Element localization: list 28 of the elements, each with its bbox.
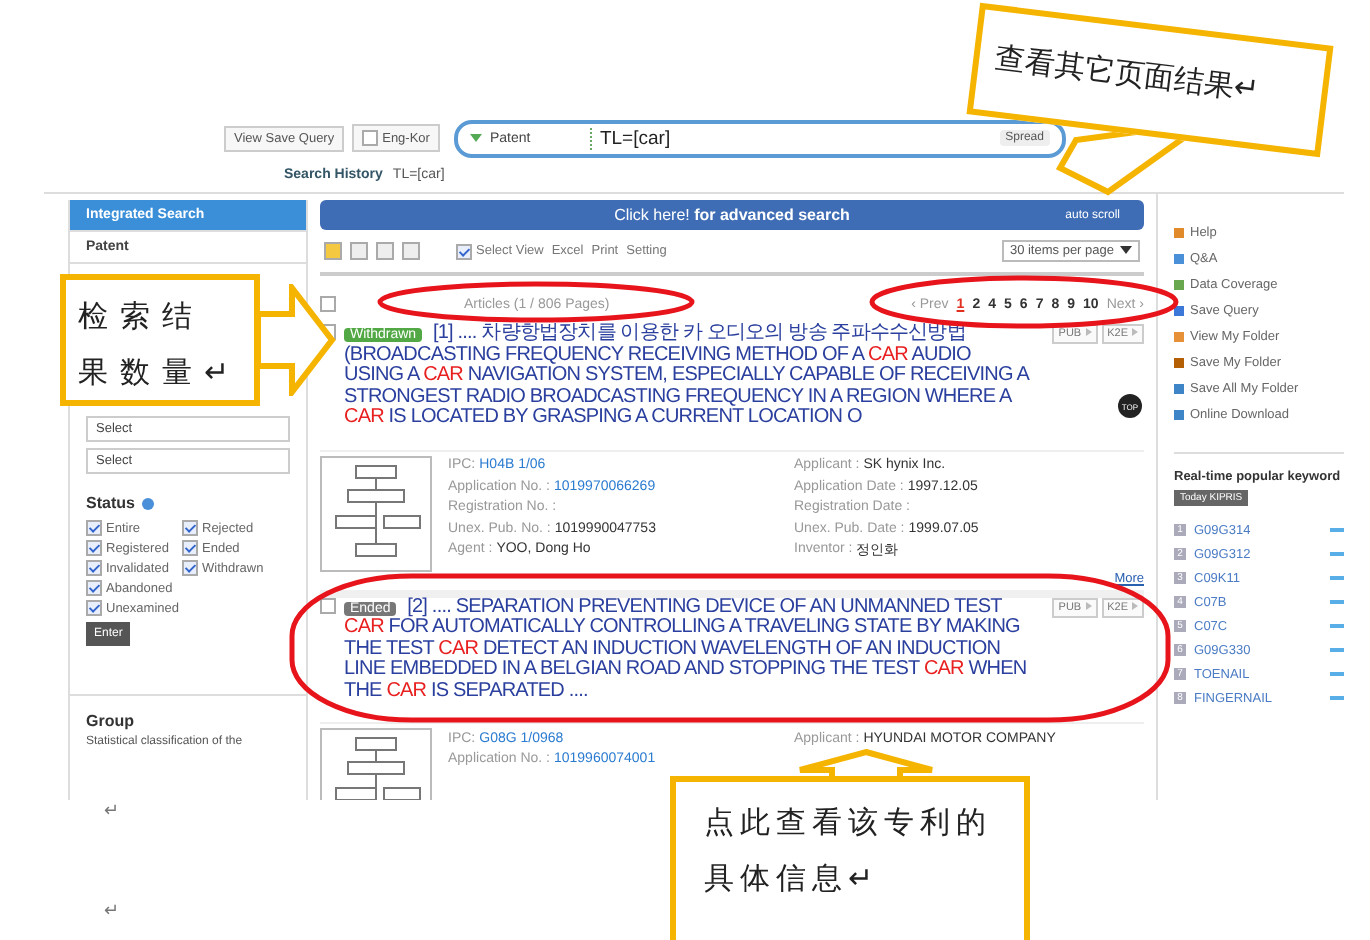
group-title: Group — [86, 712, 136, 730]
link-icon — [1174, 358, 1184, 368]
banner-text: Click here! for advanced search — [614, 206, 850, 224]
caret-icon — [1120, 246, 1132, 254]
callout-note: 点此查看该专利的具体信息↵ — [670, 776, 1030, 940]
list-view-icon[interactable] — [324, 242, 342, 260]
info-icon[interactable] — [142, 497, 155, 509]
play-icon — [1132, 601, 1138, 609]
link-icon — [1174, 280, 1184, 290]
play-icon — [1132, 328, 1138, 336]
paragraph-mark: ↵ — [104, 800, 120, 820]
link-icon — [1174, 384, 1184, 394]
query-text: TL=[car] — [589, 127, 980, 149]
detail-view-icon[interactable] — [350, 242, 368, 260]
link-icon — [1174, 228, 1184, 238]
link-icon — [1174, 332, 1184, 342]
caret-icon — [469, 133, 482, 141]
link-icon — [1174, 306, 1184, 316]
grid-view-icon[interactable] — [376, 242, 394, 260]
callout-note: 检索结果数量↵ — [60, 274, 260, 406]
play-icon — [1085, 601, 1092, 609]
status-title: Status — [86, 494, 135, 512]
flowchart-thumbnail[interactable] — [320, 455, 432, 571]
link-icon — [1174, 410, 1184, 420]
paragraph-mark: ↵ — [104, 900, 120, 920]
link-icon — [1174, 254, 1184, 264]
column-view-icon[interactable] — [402, 242, 420, 260]
play-icon — [1085, 328, 1092, 336]
